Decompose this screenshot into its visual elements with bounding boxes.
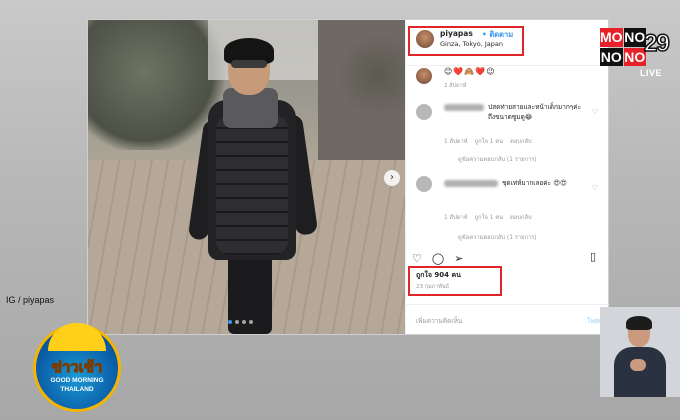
logo-letters: MO — [600, 28, 623, 47]
highlight-box-username — [408, 26, 524, 56]
commenter-avatar[interactable] — [416, 104, 432, 120]
add-comment-bar: เพิ่มความคิดเห็น โพสต์ — [406, 304, 609, 334]
carousel-dot — [235, 320, 239, 324]
comment-icon[interactable]: ◯ — [432, 252, 444, 265]
logo-letters: NO — [600, 47, 623, 66]
commenter-avatar[interactable] — [416, 176, 432, 192]
post-side-panel: piyapas • ติดตาม Ginza, Tokyo, Japan 😉❤️… — [405, 20, 609, 334]
reply-link[interactable]: ตอบกลับ — [510, 212, 532, 222]
comment-text: ปสดท่ายสายและหน้าเด็กมากๆค่ะ ถึงขนาดซูมด… — [488, 103, 582, 121]
mono-logo: MO NO NO NO — [600, 28, 646, 66]
next-arrow-icon[interactable]: › — [384, 170, 400, 186]
bookmark-icon[interactable]: ▯ — [590, 250, 596, 263]
program-logo: ข่าวเช้า GOOD MORNING THAILAND — [36, 323, 118, 409]
photo-subject-vest — [216, 115, 288, 255]
instagram-post: › piyapas • ติดตาม Ginza, Tokyo, Japan 😉… — [88, 20, 609, 334]
interpreter-hair — [626, 316, 652, 330]
blurred-username — [444, 180, 498, 187]
comment-meta: 1 สัปดาห์ ถูกใจ 1 คน ตอบกลับ — [444, 136, 532, 146]
comment-meta: 1 สัปดาห์ ถูกใจ 1 คน ตอบกลับ — [444, 212, 532, 222]
heart-icon[interactable]: ♡ — [412, 252, 422, 265]
heart-icon[interactable]: ♡ — [592, 108, 598, 116]
heart-icon[interactable]: ♡ — [592, 184, 598, 192]
comment-text: ชุดเท่ห์มากเลยค่ะ 😍😍 — [502, 179, 567, 187]
program-subtitle: GOOD MORNING — [50, 377, 104, 384]
live-label: LIVE — [640, 68, 663, 78]
blurred-username — [444, 104, 484, 111]
add-comment-input[interactable]: เพิ่มความคิดเห็น — [416, 316, 462, 326]
view-replies-link[interactable]: ดูข้อความตอบกลับ (1 รายการ) — [458, 154, 537, 164]
post-photo[interactable]: › — [88, 20, 405, 334]
logo-letters: NO — [623, 28, 646, 47]
sign-language-interpreter — [600, 307, 680, 397]
interpreter-hand — [630, 359, 646, 371]
interpreter-body — [614, 347, 666, 397]
comment-likes[interactable]: ถูกใจ 1 คน — [475, 136, 503, 146]
photo-tree — [338, 30, 405, 120]
carousel-dot — [249, 320, 253, 324]
reply-link[interactable]: ตอบกลับ — [510, 136, 532, 146]
channel-logo: MO NO NO NO 29 — [600, 28, 672, 68]
logo-number: 29 — [643, 29, 670, 58]
comment-time: 1 สัปดาห์ — [444, 139, 468, 145]
logo-letters: NO — [623, 47, 646, 66]
carousel-dot — [228, 320, 232, 324]
carousel-dots — [228, 320, 253, 324]
action-icons: ♡ ◯ ➢ — [412, 252, 463, 265]
carousel-dot — [242, 320, 246, 324]
caption-emojis: 😉❤️🙈❤️😉 — [444, 67, 496, 76]
share-icon[interactable]: ➢ — [454, 252, 463, 265]
highlight-box-likes — [408, 266, 502, 296]
program-title: ข่าวเช้า — [51, 358, 103, 377]
comment-likes[interactable]: ถูกใจ 1 คน — [475, 212, 503, 222]
comment-time: 1 สัปดาห์ — [444, 215, 468, 221]
caption-time: 2 สัปดาห์ — [444, 83, 467, 89]
photo-subject-glasses — [231, 60, 267, 68]
avatar[interactable] — [416, 68, 432, 84]
program-subtitle: THAILAND — [60, 386, 94, 393]
view-replies-link[interactable]: ดูข้อความตอบกลับ (1 รายการ) — [458, 232, 537, 242]
image-credit: IG / piyapas — [6, 295, 55, 305]
